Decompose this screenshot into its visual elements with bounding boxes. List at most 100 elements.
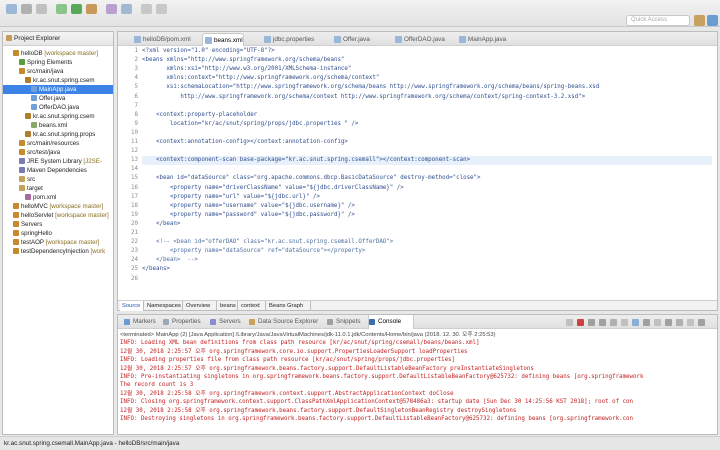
new-icon[interactable]	[6, 4, 17, 14]
console-view-tab[interactable]: Snippets	[327, 315, 361, 329]
tree-item[interactable]: src	[3, 175, 113, 184]
file-icon	[395, 36, 402, 43]
editor-tab[interactable]: helloDB/pom.xml	[132, 33, 191, 46]
console-view-tab[interactable]: Data Source Explorer	[249, 315, 318, 329]
console-toolbar-icon[interactable]	[687, 319, 694, 326]
save-icon[interactable]	[21, 4, 32, 14]
external-tools-icon[interactable]	[86, 4, 97, 14]
xml-editor-tab[interactable]: Namespaces	[145, 301, 183, 311]
editor-tabs: helloDB/pom.xml beans.xml jdbc.properties O…	[118, 32, 717, 46]
line-number: 24	[131, 257, 138, 264]
console-view-tab[interactable]: Properties	[163, 315, 201, 329]
back-icon[interactable]	[141, 4, 152, 14]
editor-tab[interactable]: beans.xml	[202, 33, 244, 46]
console-toolbar-icon[interactable]	[632, 319, 639, 326]
console-view-tab[interactable]: Console	[368, 315, 415, 329]
console-toolbar-icon[interactable]	[610, 319, 617, 326]
xml-editor-tab[interactable]: Source	[120, 301, 144, 311]
tree-item[interactable]: src/main/java	[3, 67, 113, 76]
tree-item[interactable]: helloServlet [workspace master]	[3, 211, 113, 220]
tree-item-label: testAOP	[21, 239, 44, 246]
tree-item[interactable]: testAOP [workspace master]	[3, 238, 113, 247]
tree-item[interactable]: src/test/java	[3, 148, 113, 157]
debug-icon[interactable]	[56, 4, 67, 14]
console-toolbar-icon[interactable]	[599, 319, 606, 326]
tree-item[interactable]: MainApp.java	[3, 85, 113, 94]
tree-item[interactable]: pom.xml	[3, 193, 113, 202]
console-toolbar-icon[interactable]	[676, 319, 683, 326]
java-ee-perspective-icon[interactable]	[694, 15, 705, 26]
console-toolbar-icon[interactable]	[566, 319, 573, 326]
tree-item-annotation: [J2SE-	[81, 158, 102, 165]
tree-item-label: Maven Dependencies	[27, 167, 87, 174]
tree-item[interactable]: Spring Elements	[3, 58, 113, 67]
xml-editor-tab[interactable]: Beans Graph	[267, 301, 311, 311]
print-icon[interactable]	[36, 4, 47, 14]
project-explorer-icon	[6, 35, 12, 41]
tree-item-label: JRE System Library	[27, 158, 82, 165]
console-toolbar-icon[interactable]	[665, 319, 672, 326]
tree-item[interactable]: JRE System Library [J2SE-	[3, 157, 113, 166]
tree-item-icon	[31, 104, 37, 110]
editor-tab[interactable]: jdbc.properties	[262, 33, 314, 46]
console-output[interactable]: <terminated> MainApp (2) [Java Applicati…	[120, 331, 716, 435]
view-icon	[249, 319, 255, 325]
console-view-tab[interactable]: Markers	[124, 315, 156, 329]
tree-item-icon	[13, 248, 19, 254]
tree-item[interactable]: kr.ac.snut.spring.csem	[3, 76, 113, 85]
tree-item[interactable]: testDependencyInjection [work	[3, 247, 113, 256]
project-explorer-header[interactable]: Project Explorer	[3, 32, 113, 46]
console-toolbar-icon[interactable]	[698, 319, 705, 326]
run-icon[interactable]	[71, 4, 82, 14]
editor-tab-label: Offer.java	[343, 36, 370, 43]
xml-editor-tab[interactable]: context	[239, 301, 266, 311]
tree-item[interactable]: kr.ac.snut.spring.csem	[3, 112, 113, 121]
editor-tab-label: jdbc.properties	[273, 36, 315, 43]
tree-item[interactable]: Servers	[3, 220, 113, 229]
java-perspective-icon[interactable]	[707, 15, 718, 26]
console-view-tab-label: Properties	[172, 318, 201, 325]
code-area[interactable]: 1 <?xml version="1.0" encoding="UTF-8"?> 2…	[118, 47, 717, 297]
tree-item[interactable]: helloMVC [workspace master]	[3, 202, 113, 211]
console-line: INFO: Loading properties file from class…	[120, 357, 456, 364]
tree-item[interactable]: beans.xml	[3, 121, 113, 130]
tree-item-icon	[25, 131, 31, 137]
tree-item-icon	[19, 185, 25, 191]
xml-editor-tab[interactable]: Overview	[184, 301, 217, 311]
tree-item[interactable]: kr.ac.snut.spring.props	[3, 130, 113, 139]
console-toolbar-icon[interactable]	[588, 319, 595, 326]
console-toolbar-icon[interactable]	[643, 319, 650, 326]
xml-editor-tab[interactable]: beans	[218, 301, 238, 311]
console-toolbar-icon[interactable]	[621, 319, 628, 326]
tree-item[interactable]: helloDB [workspace master]	[3, 49, 113, 58]
forward-icon[interactable]	[156, 4, 167, 14]
quick-access-input[interactable]: Quick Access	[626, 15, 690, 26]
tree-item[interactable]: src/main/resources	[3, 139, 113, 148]
search-icon[interactable]	[121, 4, 132, 14]
editor-tab[interactable]: OfferDAO.java	[393, 33, 445, 46]
console-line: INFO: Loading XML bean definitions from …	[120, 340, 480, 347]
tree-item[interactable]: target	[3, 184, 113, 193]
tree-item[interactable]: Maven Dependencies	[3, 166, 113, 175]
console-toolbar-icon[interactable]	[654, 319, 661, 326]
tree-item-icon	[19, 68, 25, 74]
line-number: 3	[134, 66, 139, 73]
console-line: <terminated> MainApp (2) [Java Applicati…	[120, 332, 496, 338]
code-line: <property name="url" value="${jdbc.url}"…	[142, 193, 320, 200]
status-bar: kr.ac.snut.spring.csemall.MainApp.java -…	[0, 436, 720, 450]
tree-item[interactable]: OfferDAO.java	[3, 103, 113, 112]
editor-tab[interactable]: Offer.java	[332, 33, 370, 46]
tree-item-label: helloServlet	[21, 212, 54, 219]
tree-item-label: src/test/java	[27, 149, 61, 156]
console-line: INFO: Destroying singletons in org.sprin…	[120, 415, 634, 422]
tree-item-annotation: [workspace master]	[42, 50, 99, 57]
line-number: 11	[131, 139, 138, 145]
open-type-icon[interactable]	[106, 4, 117, 14]
editor-tab-label: MainApp.java	[468, 36, 507, 43]
console-view-tab[interactable]: Servers	[210, 315, 241, 329]
tree-item-label: src/main/resources	[27, 140, 80, 147]
tree-item[interactable]: Offer.java	[3, 94, 113, 103]
console-toolbar-icon[interactable]	[577, 319, 584, 326]
tree-item[interactable]: springHello	[3, 229, 113, 238]
editor-tab[interactable]: MainApp.java	[457, 33, 506, 46]
